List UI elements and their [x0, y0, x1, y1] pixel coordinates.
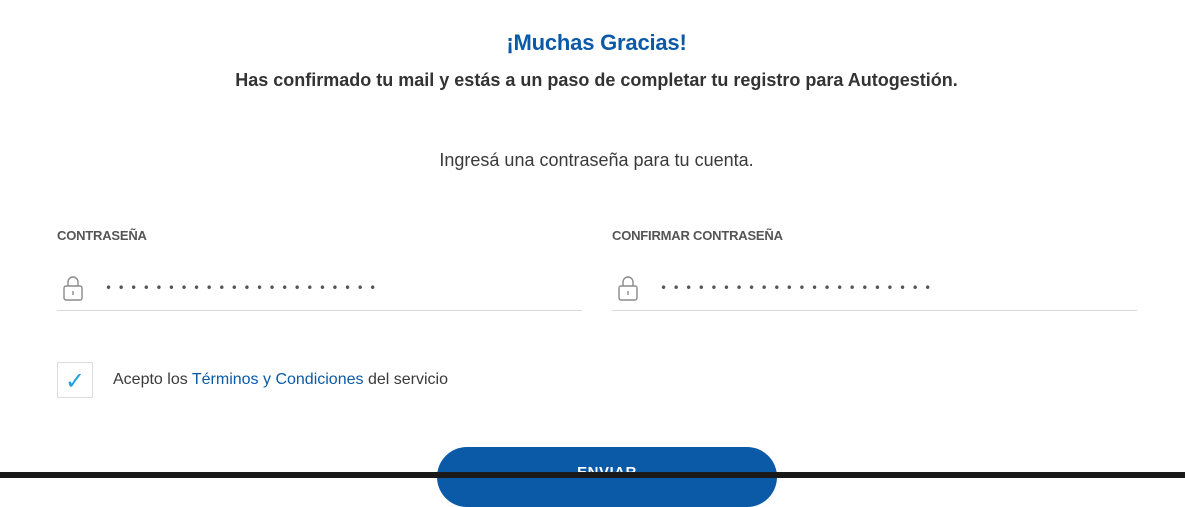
confirm-password-input[interactable] — [660, 275, 1130, 301]
checkmark-icon: ✓ — [65, 367, 86, 395]
lock-icon — [63, 276, 83, 301]
thanks-title: ¡Muchas Gracias! — [506, 30, 687, 55]
lock-icon — [618, 276, 638, 301]
password-input[interactable] — [105, 275, 575, 301]
password-instruction: Ingresá una contraseña para tu cuenta. — [439, 150, 754, 170]
terms-prefix: Acepto los — [113, 371, 188, 388]
bottom-bar — [0, 472, 1185, 478]
terms-checkbox[interactable]: ✓ — [57, 362, 93, 398]
terms-suffix: del servicio — [367, 371, 448, 388]
confirmation-message: Has confirmado tu mail y estás a un paso… — [235, 70, 958, 90]
password-label: CONTRASEÑA — [57, 228, 147, 243]
confirm-password-field[interactable] — [612, 265, 1137, 311]
confirm-password-label: CONFIRMAR CONTRASEÑA — [612, 228, 783, 243]
terms-link[interactable]: Términos y Condiciones — [192, 371, 364, 388]
password-field[interactable] — [57, 265, 582, 311]
terms-text: Acepto los Términos y Condiciones del se… — [113, 371, 448, 389]
